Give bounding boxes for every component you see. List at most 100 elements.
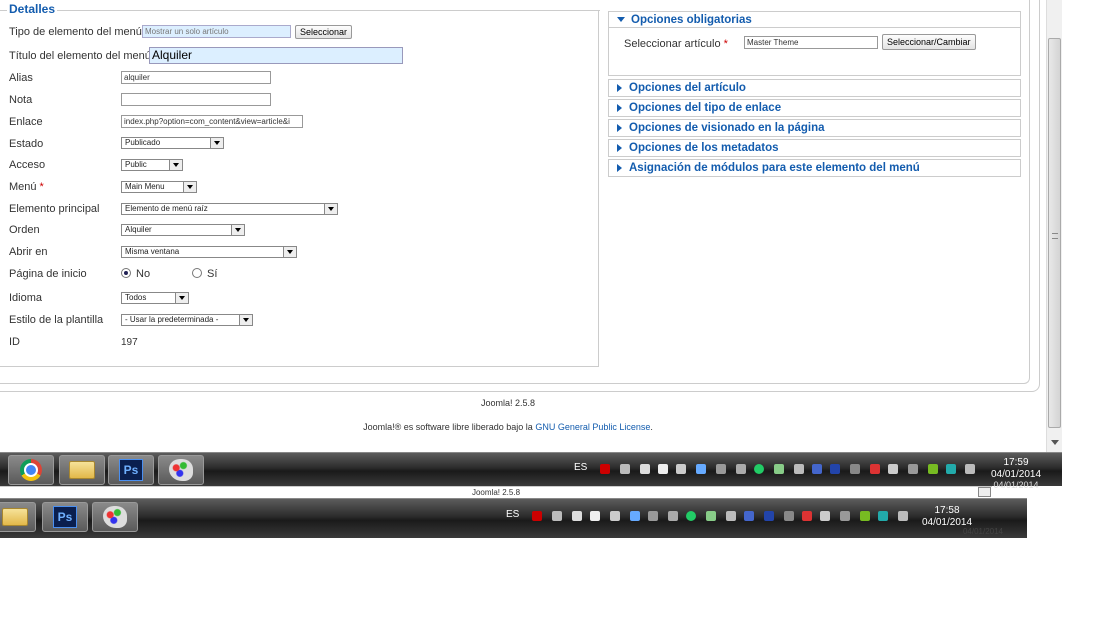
link-tray-icon[interactable] (620, 464, 630, 474)
required-options-header[interactable]: Opciones obligatorias (609, 12, 1020, 28)
language-indicator[interactable]: ES (574, 462, 587, 473)
label-menu: Menú * (9, 181, 44, 193)
link-input[interactable]: index.php?option=com_content&view=articl… (121, 115, 303, 128)
shield-tray-icon[interactable] (686, 511, 696, 521)
adobe-tray-icon[interactable] (600, 464, 610, 474)
access-select[interactable]: Public (121, 159, 183, 171)
panel-header[interactable]: Opciones del artículo (609, 80, 1020, 96)
target-window-select[interactable]: Misma ventana (121, 246, 297, 258)
taskbar-paint-button-2[interactable] (92, 502, 138, 532)
power-tray-icon[interactable] (820, 511, 830, 521)
notes-tray-icon[interactable] (572, 511, 582, 521)
panel-header[interactable]: Opciones de los metadatos (609, 140, 1020, 156)
camera-tray-icon[interactable] (658, 464, 668, 474)
flag-tray-icon[interactable] (802, 511, 812, 521)
scrollbar-thumb[interactable] (1048, 38, 1061, 428)
taskbar-photoshop-button-2[interactable]: Ps (42, 502, 88, 532)
status-select[interactable]: Publicado (121, 137, 224, 149)
taskbar-chrome-button[interactable] (8, 455, 54, 485)
cloud-tray-icon[interactable] (706, 511, 716, 521)
photoshop-icon: Ps (53, 506, 77, 528)
power-tray-icon[interactable] (888, 464, 898, 474)
menu-select[interactable]: Main Menu (121, 181, 197, 193)
flag-tray-icon[interactable] (870, 464, 880, 474)
vertical-scrollbar[interactable] (1046, 0, 1062, 452)
note-input[interactable] (121, 93, 271, 106)
usb-tray-icon[interactable] (784, 511, 794, 521)
pen-tray-icon[interactable] (928, 464, 938, 474)
clock-overlap: 04/01/2014 (990, 479, 1042, 491)
taskbar-photoshop-button[interactable]: Ps (108, 455, 154, 485)
alias-input[interactable]: alquiler (121, 71, 271, 84)
language-indicator-2[interactable]: ES (506, 509, 519, 520)
stack-tray-icon[interactable] (630, 511, 640, 521)
parent-item-select[interactable]: Elemento de menú raíz (121, 203, 338, 215)
z-tray-icon[interactable] (764, 511, 774, 521)
usb-tray-icon[interactable] (850, 464, 860, 474)
clock[interactable]: 17:59 04/01/2014 (990, 457, 1042, 481)
chevron-down-icon (183, 182, 196, 192)
signal-icon[interactable] (965, 464, 975, 474)
ordering-select[interactable]: Alquiler (121, 224, 245, 236)
signal-icon[interactable] (898, 511, 908, 521)
scroll-down-arrow-icon[interactable] (1051, 440, 1059, 445)
chevron-down-icon (231, 225, 244, 235)
link-tray-icon[interactable] (552, 511, 562, 521)
footer-license: Joomla!® es software libre liberado bajo… (0, 422, 1016, 432)
folder-icon (2, 508, 28, 526)
gear-tray-icon[interactable] (668, 511, 678, 521)
panel-header[interactable]: Opciones del tipo de enlace (609, 100, 1020, 116)
edit-tray-icon[interactable] (610, 511, 620, 521)
edit-tray-icon[interactable] (676, 464, 686, 474)
panel-header[interactable]: Opciones de visionado en la página (609, 120, 1020, 136)
menu-item-title-input[interactable]: Alquiler (149, 47, 403, 64)
camera-tray-icon[interactable] (590, 511, 600, 521)
home-yes-radio[interactable] (192, 268, 202, 278)
drive-tray-icon[interactable] (794, 464, 804, 474)
dropbox-tray-icon[interactable] (946, 464, 956, 474)
volume-icon[interactable] (908, 464, 918, 474)
panel-page-display-options[interactable]: Opciones de visionado en la página (608, 119, 1021, 137)
monitor-tray-icon[interactable] (716, 464, 726, 474)
volume-icon[interactable] (840, 511, 850, 521)
clock-time: 17:58 (934, 505, 960, 516)
paint-icon (169, 459, 193, 481)
chevron-down-icon[interactable] (978, 487, 991, 497)
drive-tray-icon[interactable] (726, 511, 736, 521)
select-change-article-button[interactable]: Seleccionar/Cambiar (882, 34, 976, 50)
clock-date-overlap: 04/01/2014 (993, 480, 1039, 490)
adobe-tray-icon[interactable] (532, 511, 542, 521)
panel-article-options[interactable]: Opciones del artículo (608, 79, 1021, 97)
label-idioma: Idioma (9, 292, 43, 304)
home-no-radio[interactable] (121, 268, 131, 278)
panel-link-type-options[interactable]: Opciones del tipo de enlace (608, 99, 1021, 117)
pen-tray-icon[interactable] (860, 511, 870, 521)
taskbar-explorer-button-2[interactable] (0, 502, 36, 532)
select-value: - Usar la predeterminada - (125, 315, 219, 324)
notes-tray-icon[interactable] (640, 464, 650, 474)
fieldset-border (0, 10, 600, 11)
select-type-button[interactable]: Seleccionar (295, 25, 353, 39)
language-select[interactable]: Todos (121, 292, 189, 304)
cloud-tray-icon[interactable] (774, 464, 784, 474)
z-tray-icon[interactable] (830, 464, 840, 474)
license-suffix: . (650, 422, 653, 432)
gear-tray-icon[interactable] (736, 464, 746, 474)
panel-module-assignment[interactable]: Asignación de módulos para este elemento… (608, 159, 1021, 177)
network-tray-icon[interactable] (812, 464, 822, 474)
panel-header[interactable]: Asignación de módulos para este elemento… (609, 160, 1020, 176)
shield-tray-icon[interactable] (754, 464, 764, 474)
label-text: Seleccionar artículo (624, 38, 721, 50)
panel-metadata-options[interactable]: Opciones de los metadatos (608, 139, 1021, 157)
network-tray-icon[interactable] (744, 511, 754, 521)
gpl-link[interactable]: GNU General Public License (535, 422, 650, 432)
monitor-tray-icon[interactable] (648, 511, 658, 521)
stack-tray-icon[interactable] (696, 464, 706, 474)
panel-title: Asignación de módulos para este elemento… (629, 162, 920, 174)
taskbar-paint-button[interactable] (158, 455, 204, 485)
dropbox-tray-icon[interactable] (878, 511, 888, 521)
label-enlace: Enlace (9, 116, 43, 128)
taskbar-explorer-button[interactable] (59, 455, 105, 485)
license-text: Joomla!® es software libre liberado bajo… (363, 422, 536, 432)
template-style-select[interactable]: - Usar la predeterminada - (121, 314, 253, 326)
